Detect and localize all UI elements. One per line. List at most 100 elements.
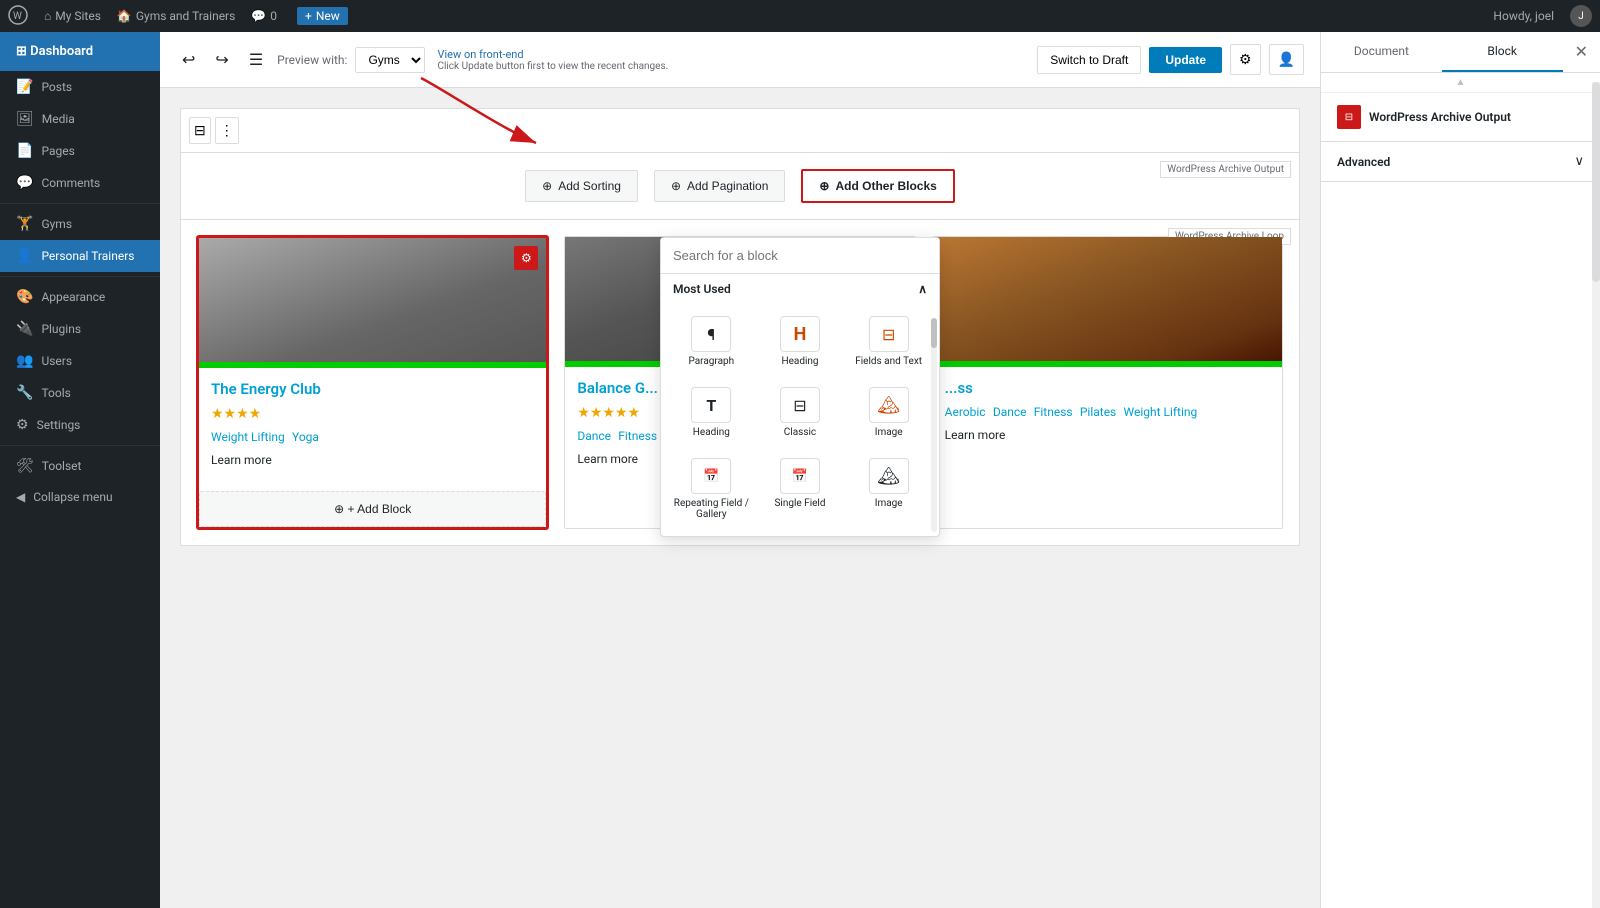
block-item-heading[interactable]: H Heading <box>758 308 843 375</box>
gyms-trainers-label: Gyms and Trainers <box>136 9 235 23</box>
block-search-input[interactable] <box>661 238 939 274</box>
card-2-tag-1: Dance <box>577 429 611 443</box>
add-pagination-button[interactable]: ⊕ Add Pagination <box>654 170 785 202</box>
gyms-icon: 🏋 <box>16 216 33 232</box>
gyms-label: Gyms <box>41 217 72 231</box>
sidebar-item-comments[interactable]: 💬 Comments <box>0 167 160 199</box>
block-item-image[interactable]: 🏔 Image <box>846 379 931 446</box>
sidebar-item-dashboard[interactable]: ⊞ Dashboard <box>0 32 160 71</box>
users-label: Users <box>41 354 72 368</box>
block-item-fields-text[interactable]: ⊟ Fields and Text <box>846 308 931 375</box>
block-more-button[interactable]: ⋮ <box>215 117 239 144</box>
classic-block-icon: ⊟ <box>780 387 820 423</box>
block-picker-dropdown: Most Used ∧ ¶ Paragraph H Heading ⊟ Fiel… <box>660 237 940 537</box>
card-3-tag-2: Dance <box>993 405 1027 419</box>
new-label: New <box>316 9 340 23</box>
tools-icon: 🔧 <box>16 385 33 401</box>
sidebar: ⊞ Dashboard 📝 Posts 🖼 Media 📄 Pages 💬 Co… <box>0 32 160 908</box>
sidebar-separator-3 <box>0 445 160 446</box>
new-button[interactable]: + New <box>297 7 348 25</box>
card-3-tag-4: Pilates <box>1080 405 1116 419</box>
sidebar-item-users[interactable]: 👥 Users <box>0 345 160 377</box>
user-avatar[interactable]: J <box>1570 5 1592 27</box>
fields-text-block-icon: ⊟ <box>869 316 909 352</box>
collapse-menu-button[interactable]: ◀ Collapse menu <box>0 482 160 512</box>
settings-panel-button[interactable]: ⚙ <box>1230 44 1261 75</box>
redo-button[interactable]: ↪ <box>209 44 234 76</box>
sidebar-item-gyms[interactable]: 🏋 Gyms <box>0 208 160 240</box>
paragraph-block-icon: ¶ <box>691 316 731 352</box>
dashboard-icon: ⊞ <box>16 44 27 59</box>
my-sites-link[interactable]: ⌂ My Sites <box>44 9 101 23</box>
wp-logo-icon[interactable]: W <box>8 5 28 28</box>
fields-text-block-label: Fields and Text <box>855 356 922 367</box>
repeating-field-block-label: Repeating Field / Gallery <box>673 498 750 520</box>
sidebar-item-pages[interactable]: 📄 Pages <box>0 135 160 167</box>
picker-scrollthumb <box>931 318 937 348</box>
panel-tabs: Document Block ✕ <box>1321 32 1600 73</box>
sidebar-item-personal-trainers[interactable]: 👤 Personal Trainers <box>0 240 160 272</box>
view-frontend-container: View on front-end Click Update button fi… <box>437 48 668 72</box>
block-item-classic[interactable]: ⊟ Classic <box>758 379 843 446</box>
sidebar-item-tools[interactable]: 🔧 Tools <box>0 377 160 409</box>
single-field-block-label: Single Field <box>774 498 825 509</box>
card-3-link: Learn more <box>945 428 1270 442</box>
block-tab[interactable]: Block <box>1442 32 1563 72</box>
card-3-body: ...ss Aerobic Dance Fitness Pilates Weig… <box>933 367 1282 454</box>
card-1-add-block-button[interactable]: ⊕ + Add Block <box>199 491 546 527</box>
sidebar-item-media[interactable]: 🖼 Media <box>0 103 160 135</box>
add-sorting-button[interactable]: ⊕ Add Sorting <box>525 170 638 202</box>
media-icon: 🖼 <box>16 111 34 127</box>
editor-toolbar: ↩ ↪ ☰ Preview with: Gyms View on front-e… <box>160 32 1320 88</box>
add-other-blocks-button[interactable]: ⊕ Add Other Blocks <box>801 169 954 203</box>
pagination-icon: ⊕ <box>671 179 681 193</box>
panel-scrollbar-thumb <box>1592 82 1600 282</box>
heading2-block-icon: T <box>691 387 731 423</box>
block-item-single-field[interactable]: 📅 Single Field <box>758 450 843 528</box>
preview-select[interactable]: Gyms <box>355 47 425 73</box>
posts-icon: 📝 <box>16 79 33 95</box>
sidebar-item-posts[interactable]: 📝 Posts <box>0 71 160 103</box>
add-sorting-label: Add Sorting <box>558 179 621 193</box>
gyms-trainers-link[interactable]: 🏠 Gyms and Trainers <box>117 9 235 23</box>
plugins-label: Plugins <box>41 322 81 336</box>
update-button[interactable]: Update <box>1149 47 1222 73</box>
block-toolbar: ⊟ ⋮ <box>181 109 1299 153</box>
sidebar-item-settings[interactable]: ⚙ Settings <box>0 409 160 441</box>
comments-link[interactable]: 💬 0 <box>251 9 277 23</box>
block-picker-section-header: Most Used ∧ <box>661 274 939 304</box>
block-item-repeating-field[interactable]: 📅 Repeating Field / Gallery <box>669 450 754 528</box>
pages-icon: 📄 <box>16 143 33 159</box>
switch-draft-button[interactable]: Switch to Draft <box>1037 46 1141 74</box>
wp-archive-icon: ⊟ <box>1337 105 1361 129</box>
block-icon-button[interactable]: ⊟ <box>189 117 211 144</box>
collapse-icon: ◀ <box>16 490 25 504</box>
block-item-paragraph[interactable]: ¶ Paragraph <box>669 308 754 375</box>
view-frontend-link[interactable]: View on front-end <box>437 48 668 61</box>
sidebar-item-appearance[interactable]: 🎨 Appearance <box>0 281 160 313</box>
collapse-section-icon[interactable]: ∧ <box>918 282 927 296</box>
sidebar-item-plugins[interactable]: 🔌 Plugins <box>0 313 160 345</box>
toolset-label: Toolset <box>42 459 82 473</box>
sidebar-item-toolset[interactable]: 🛠 Toolset <box>0 450 160 482</box>
card-1-img-wrapper: ⚙ <box>199 238 546 368</box>
panel-close-button[interactable]: ✕ <box>1563 32 1600 72</box>
view-subtitle: Click Update button first to view the re… <box>437 61 668 72</box>
add-block-label: + Add Block <box>348 502 412 516</box>
comments-sidebar-icon: 💬 <box>16 175 33 191</box>
dashboard-label: Dashboard <box>30 44 93 59</box>
card-3-img <box>933 237 1282 367</box>
undo-button[interactable]: ↩ <box>176 44 201 76</box>
block-tab-label: Block <box>1487 44 1517 58</box>
list-view-button[interactable]: ☰ <box>243 44 269 76</box>
card-3-tags: Aerobic Dance Fitness Pilates Weight Lif… <box>945 405 1270 420</box>
card-3-title: ...ss <box>945 379 1270 397</box>
user-panel-button[interactable]: 👤 <box>1269 44 1304 75</box>
single-field-block-icon: 📅 <box>780 458 820 494</box>
document-tab[interactable]: Document <box>1321 32 1442 72</box>
advanced-section-header[interactable]: Advanced ∨ <box>1321 142 1600 182</box>
block-item-heading2[interactable]: T Heading <box>669 379 754 446</box>
card-1-settings-button[interactable]: ⚙ <box>514 246 538 270</box>
block-item-image2[interactable]: 🏔 Image <box>846 450 931 528</box>
panel-scroll-top: ▲ <box>1321 73 1600 93</box>
